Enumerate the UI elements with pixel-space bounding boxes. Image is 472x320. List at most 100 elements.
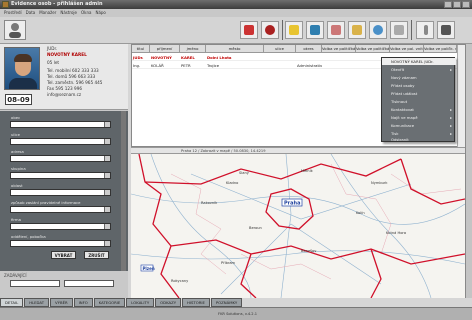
menu-label: Přidat událost bbox=[391, 91, 418, 96]
context-menu-item[interactable]: Komunikace ▸ bbox=[382, 122, 456, 130]
tab-kategorie[interactable]: KATEGORIE bbox=[93, 298, 126, 307]
col-mesto[interactable]: město bbox=[206, 45, 264, 52]
tab-hledat[interactable]: HLEDAT bbox=[24, 298, 50, 307]
context-menu-item[interactable]: Tisknout bbox=[382, 98, 456, 106]
resize-icon bbox=[424, 25, 428, 35]
oblast-field[interactable] bbox=[10, 189, 111, 196]
status-text: FKR Solutions, v.4.2.1 bbox=[218, 312, 257, 316]
tab-poznamky[interactable]: POZNÁMKY bbox=[210, 298, 243, 307]
profile-email[interactable]: info@seznam.cz bbox=[47, 92, 81, 97]
form-scrollbar[interactable] bbox=[121, 111, 126, 271]
right-scrollbar[interactable] bbox=[465, 44, 472, 298]
menu-label: Nový záznam bbox=[391, 75, 417, 80]
field-label: skupina bbox=[11, 166, 26, 171]
ulice-field[interactable] bbox=[10, 138, 111, 145]
menu-item-nastroje[interactable]: Nástroje bbox=[60, 9, 77, 17]
calendar-button[interactable] bbox=[327, 21, 345, 39]
dropdown-icon[interactable] bbox=[104, 156, 110, 161]
context-menu-item[interactable]: Nový záznam bbox=[382, 74, 456, 82]
archive-icon bbox=[310, 25, 320, 35]
export-button[interactable] bbox=[390, 21, 408, 39]
dropdown-icon[interactable] bbox=[104, 190, 110, 195]
col-ulice[interactable]: ulice bbox=[264, 45, 296, 52]
zrusit-button[interactable]: ZRUŠIT bbox=[84, 251, 109, 259]
map-label: Slaný bbox=[239, 171, 250, 175]
col-volba-2[interactable]: Volba ve političkách vnitřní zvolené bbox=[356, 45, 390, 52]
col-jmeno[interactable]: jméno bbox=[180, 45, 206, 52]
menu-item-okna[interactable]: Okna bbox=[81, 9, 91, 17]
edit-button[interactable] bbox=[348, 21, 366, 39]
firma-field[interactable] bbox=[10, 223, 111, 230]
profile-card: 08-09 JUDr. NOVOTNÝ KAREL 05 let Tel. mo… bbox=[0, 44, 128, 110]
archive-button[interactable] bbox=[306, 21, 324, 39]
dropdown-icon[interactable] bbox=[104, 139, 110, 144]
cell-jmeno: PETR bbox=[181, 63, 191, 68]
note-button[interactable] bbox=[285, 21, 303, 39]
menu-item-prostredi[interactable]: Prostředí bbox=[4, 9, 22, 17]
tab-detail[interactable]: DETAIL bbox=[0, 298, 24, 307]
col-prijmeni[interactable]: příjmení bbox=[150, 45, 180, 52]
city-label-plzen: Plzeň bbox=[143, 266, 155, 271]
zpusob-zaslani-field[interactable] bbox=[10, 206, 111, 213]
dropdown-icon[interactable] bbox=[104, 241, 110, 246]
resize-button[interactable] bbox=[416, 21, 434, 39]
context-menu-item[interactable]: Přidat osoby bbox=[382, 82, 456, 90]
obec-field[interactable] bbox=[10, 121, 111, 128]
print-icon bbox=[265, 25, 275, 35]
col-volba-1[interactable]: Volba ve političkách bbox=[322, 45, 356, 52]
menu-item-data[interactable]: Data bbox=[26, 9, 36, 17]
tab-info[interactable]: INFO bbox=[73, 298, 93, 307]
minimize-button[interactable] bbox=[444, 1, 452, 8]
filter-button[interactable] bbox=[240, 21, 258, 39]
cell-ulice bbox=[264, 62, 296, 68]
context-menu-item[interactable]: Najít ve mapě ▸ bbox=[382, 114, 456, 122]
menu-label: Otevřít bbox=[391, 67, 405, 72]
maximize-button[interactable] bbox=[453, 1, 461, 8]
col-okres[interactable]: okres bbox=[296, 45, 322, 52]
id-badge: 08-09 bbox=[5, 94, 32, 105]
dropdown-icon[interactable] bbox=[104, 224, 110, 229]
close-button[interactable] bbox=[462, 1, 470, 8]
map-label: Beroun bbox=[249, 226, 262, 230]
calendar-icon bbox=[331, 25, 341, 35]
context-menu-item[interactable]: Přidat událost bbox=[382, 90, 456, 98]
window-title: Evidence osob - přihlášen admin bbox=[11, 1, 103, 7]
context-menu-item[interactable]: Otevřít ▸ bbox=[382, 66, 456, 74]
road-network bbox=[131, 154, 465, 298]
col-titul[interactable]: titul bbox=[132, 45, 150, 52]
context-menu-item[interactable]: Odstranit bbox=[382, 136, 456, 143]
export-icon bbox=[394, 25, 404, 35]
menu-label: Přidat osoby bbox=[391, 83, 415, 88]
profile-phone-home: Tel. domů 596 663 333 bbox=[47, 74, 96, 79]
map-view[interactable]: Kladno Slaný Beroun Benešov Kolín Mělník… bbox=[131, 154, 465, 298]
skupina-field[interactable] bbox=[10, 172, 111, 179]
context-menu-item[interactable]: Kontaktovat ▸ bbox=[382, 106, 456, 114]
zadavatel-to-field[interactable] bbox=[64, 280, 114, 287]
tab-historie[interactable]: HISTORIE bbox=[182, 298, 210, 307]
dropdown-icon[interactable] bbox=[104, 207, 110, 212]
menu-item-napoveda[interactable]: Nápo bbox=[95, 9, 105, 17]
district-borders bbox=[170, 163, 462, 280]
person-icon-button[interactable] bbox=[4, 20, 26, 40]
menu-label: Najít ve mapě bbox=[391, 115, 418, 120]
menu-label: Komunikace bbox=[391, 123, 415, 128]
tab-lokality[interactable]: LOKALITY bbox=[126, 298, 155, 307]
dropdown-icon[interactable] bbox=[104, 122, 110, 127]
adresa-field[interactable] bbox=[10, 155, 111, 162]
vybrat-button[interactable]: VYBRAT bbox=[51, 251, 76, 259]
print-button[interactable] bbox=[261, 21, 279, 39]
map-label: Mělník bbox=[301, 169, 314, 173]
tab-vyber[interactable]: VÝBĚR bbox=[50, 298, 73, 307]
edit-icon bbox=[352, 25, 362, 35]
oddeleni-field[interactable] bbox=[10, 240, 111, 247]
cell-prijmeni: NOVOTNÝ bbox=[151, 55, 172, 60]
search-button[interactable] bbox=[369, 21, 387, 39]
dropdown-icon[interactable] bbox=[104, 173, 110, 178]
tab-odkazy[interactable]: ODKAZY bbox=[155, 298, 182, 307]
field-label: adresa bbox=[11, 149, 24, 154]
help-button[interactable] bbox=[437, 21, 455, 39]
col-volba-4[interactable]: Volba ve políčk. v okolí bbox=[424, 45, 457, 52]
menu-item-manazer[interactable]: Manažer bbox=[39, 9, 56, 17]
col-volba-3[interactable]: Volba ve pol. vnitř. zaměř. odbor bbox=[390, 45, 424, 52]
zadavatel-from-field[interactable] bbox=[10, 280, 60, 287]
